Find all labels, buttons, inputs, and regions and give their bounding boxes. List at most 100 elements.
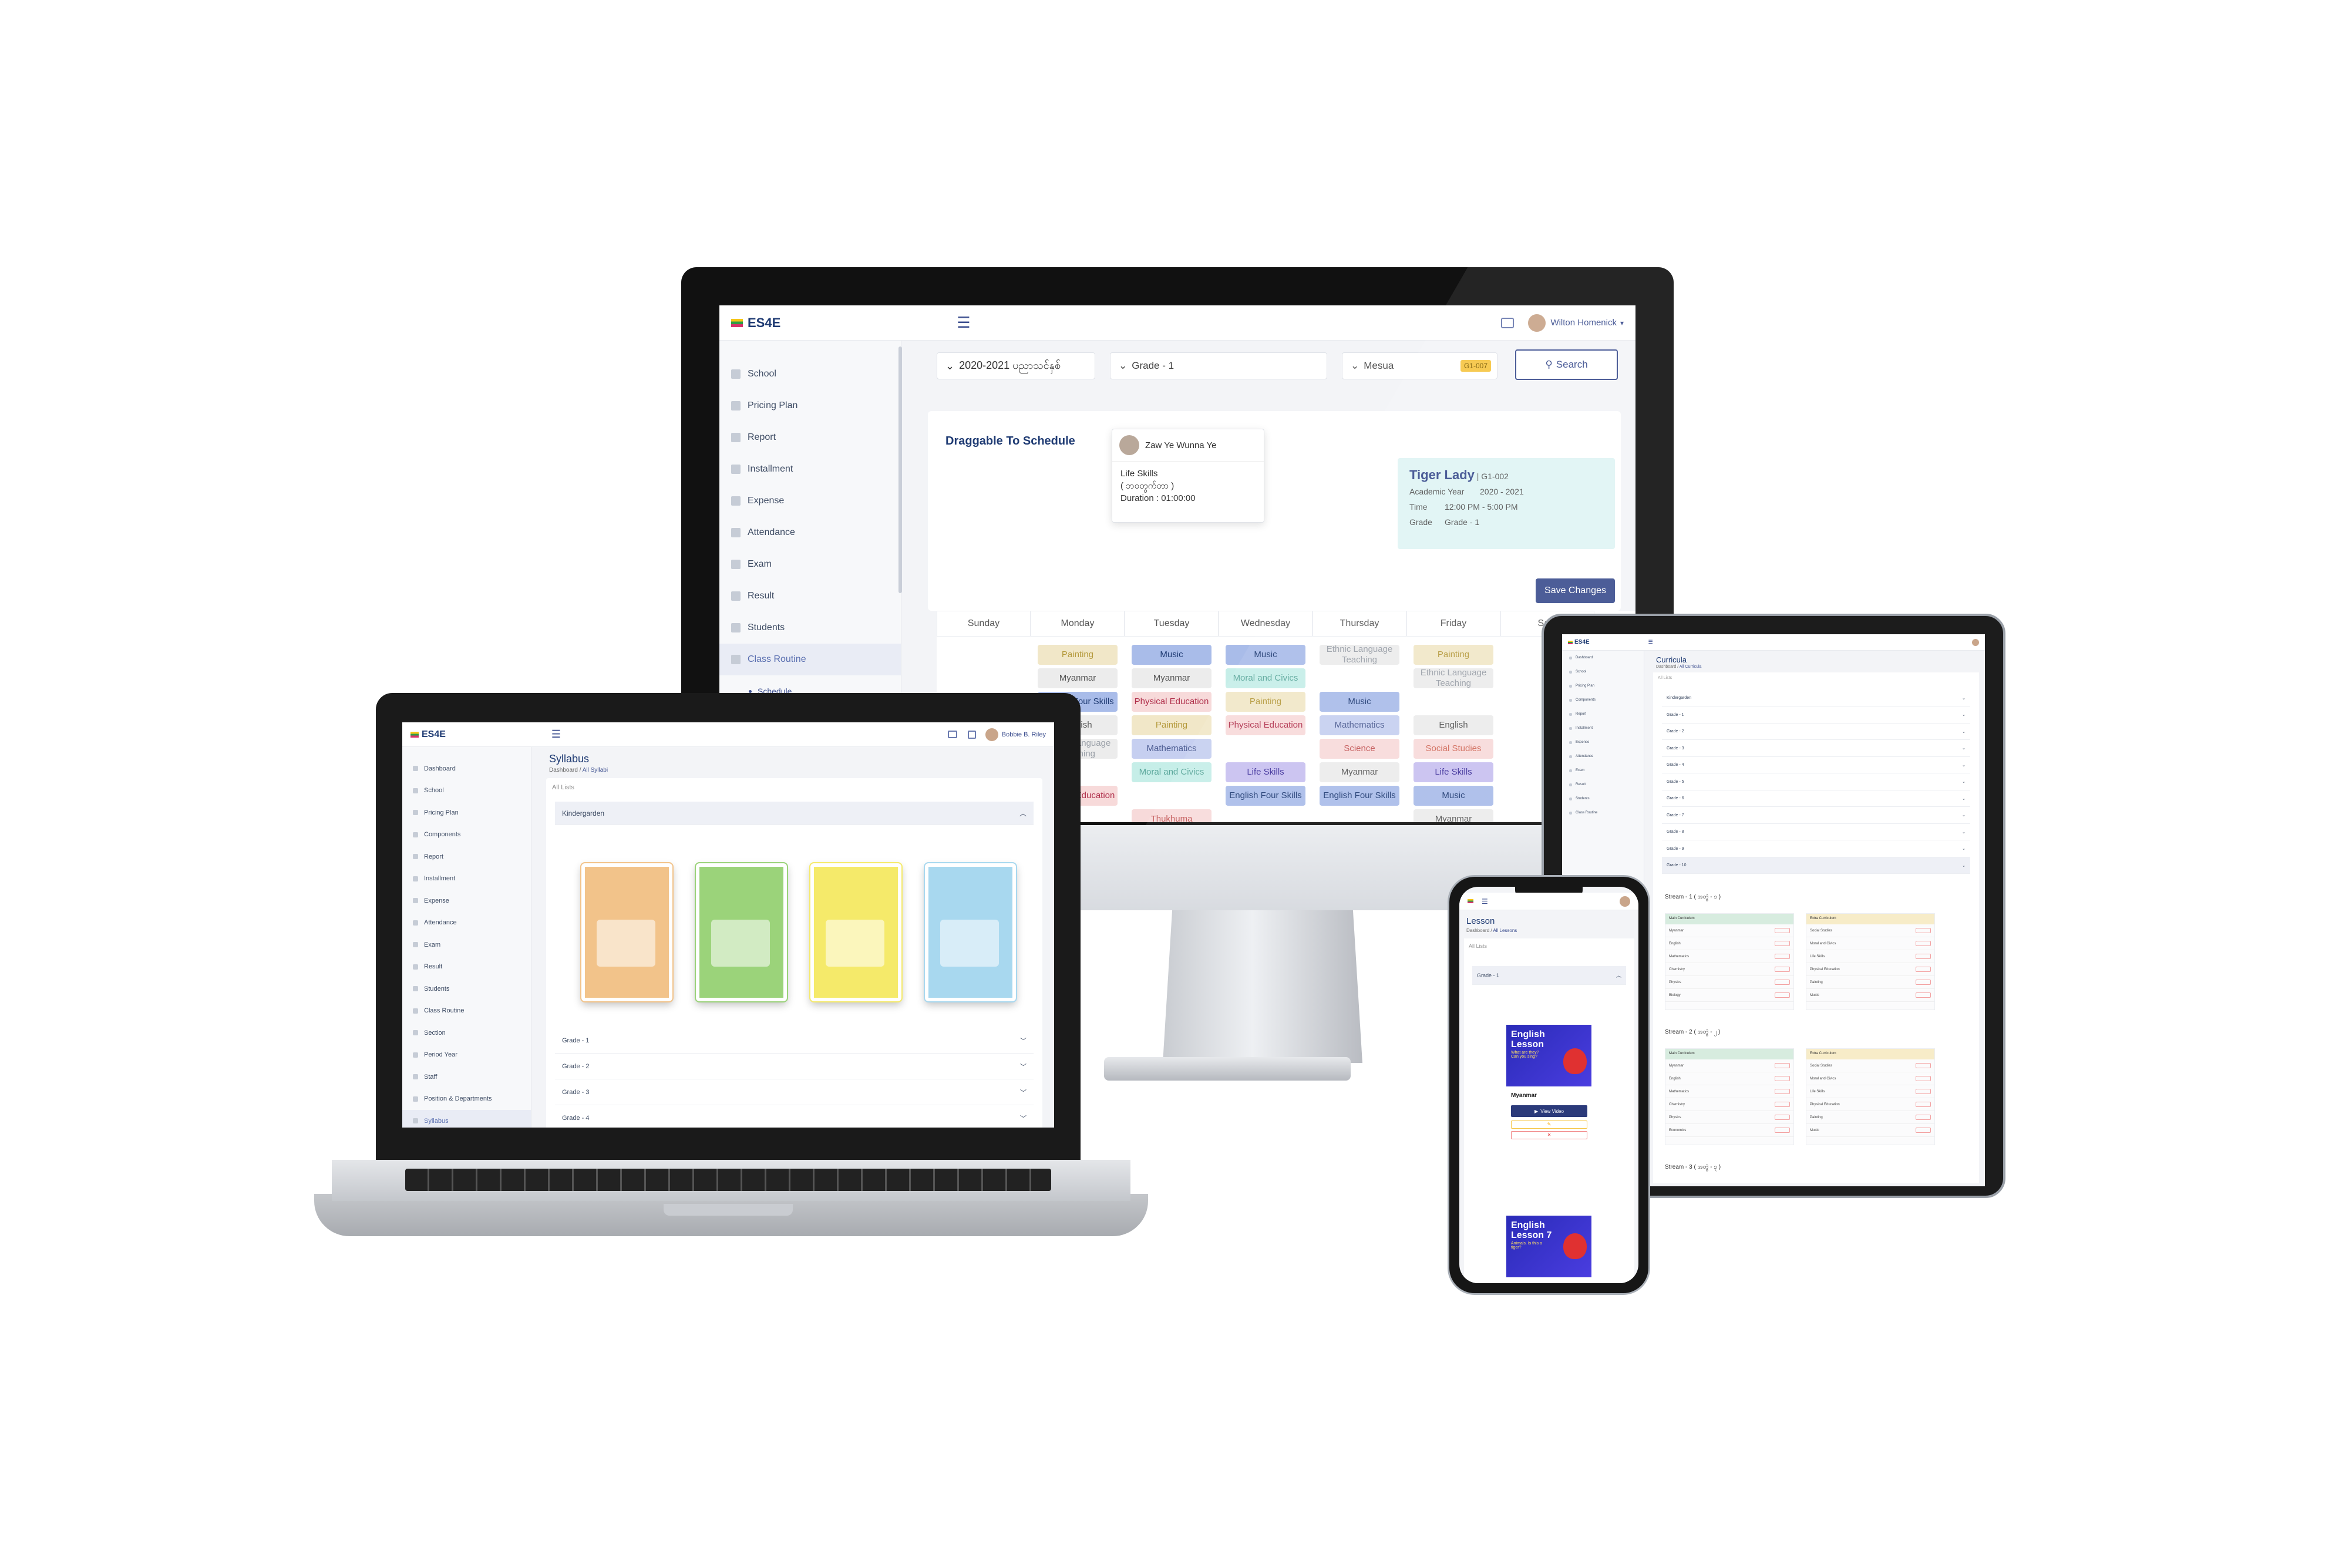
edit-button[interactable]: ✎ [1511,1121,1587,1129]
sidebar-item-dashboard[interactable]: Dashboard [1562,651,1644,665]
delete-button[interactable] [1916,1128,1931,1133]
sidebar-item-class-routine[interactable]: Class Routine [402,1000,531,1022]
sidebar-item-class-routine[interactable]: Class Routine [719,644,901,675]
year-select[interactable]: ⌄ 2020-2021 ပညာသင်နှစ် [937,352,1095,379]
delete-button[interactable] [1916,1076,1931,1081]
accordion-grade-7[interactable]: Grade - 7 ⌄ [1662,807,1970,824]
schedule-cell[interactable]: Music [1132,645,1211,665]
delete-button[interactable] [1775,1063,1790,1068]
sidebar-item-students[interactable]: Students [1562,792,1644,806]
translate-icon[interactable] [1501,317,1515,328]
schedule-cell[interactable]: Painting [1038,645,1118,665]
sidebar-item-attendance[interactable]: Attendance [719,517,901,549]
schedule-cell[interactable]: Thukhuma [1132,809,1211,822]
save-changes-button[interactable]: Save Changes [1536,578,1615,603]
sidebar-item-report[interactable]: Report [402,846,531,868]
schedule-cell[interactable]: Physical Education [1132,692,1211,712]
app-logo[interactable]: ES4E [731,315,780,331]
accordion-grade-2[interactable]: Grade - 2 ﹀ [555,1054,1034,1079]
breadcrumb-home[interactable]: Dashboard [1656,665,1676,669]
schedule-cell[interactable]: Social Studies [1414,739,1493,759]
delete-button[interactable] [1775,954,1790,959]
schedule-cell[interactable]: Painting [1226,692,1305,712]
delete-button[interactable] [1775,1102,1790,1107]
delete-button[interactable] [1916,967,1931,972]
menu-icon[interactable]: ☰ [1482,897,1488,906]
delete-button[interactable] [1775,992,1790,998]
accordion-grade-8[interactable]: Grade - 8 ⌄ [1662,824,1970,840]
sidebar-item-installment[interactable]: Installment [1562,721,1644,735]
schedule-cell[interactable]: English Four Skills [1226,786,1305,806]
sidebar-item-position-departments[interactable]: Position & Departments [402,1088,531,1111]
accordion-grade-6[interactable]: Grade - 6 ⌄ [1662,790,1970,807]
syllabus-book-cover[interactable] [924,862,1017,1002]
sidebar-item-staff[interactable]: Staff [402,1066,531,1088]
delete-button[interactable] [1775,1128,1790,1133]
sidebar-item-attendance[interactable]: Attendance [402,912,531,934]
accordion-kindergarden[interactable]: Kindergarden ⌄ [1662,690,1970,706]
delete-button[interactable] [1775,1115,1790,1120]
schedule-cell[interactable]: Painting [1132,715,1211,735]
schedule-cell[interactable]: Myanmar [1132,668,1211,688]
schedule-cell[interactable]: Moral and Civics [1132,762,1211,782]
sidebar-item-dashboard[interactable]: Dashboard [402,758,531,780]
app-logo[interactable]: ES4E [1568,639,1590,645]
avatar[interactable] [1972,638,1979,646]
schedule-cell[interactable]: English Four Skills [1320,786,1399,806]
breadcrumb-home[interactable]: Dashboard [549,767,578,773]
sidebar-item-class-routine[interactable]: Class Routine [1562,806,1644,820]
delete-button[interactable] [1775,980,1790,985]
schedule-cell[interactable]: Mathematics [1320,715,1399,735]
delete-button[interactable] [1775,967,1790,972]
sidebar-item-expense[interactable]: Expense [402,890,531,912]
accordion-grade-1[interactable]: Grade - 1 ⌄ [1662,707,1970,724]
accordion-kindergarden[interactable]: Kindergarden ︿ [555,802,1034,825]
sidebar-item-expense[interactable]: Expense [719,485,901,517]
delete-button[interactable] [1916,1063,1931,1068]
sidebar-item-installment[interactable]: Installment [402,868,531,890]
schedule-cell[interactable]: Moral and Civics [1226,668,1305,688]
schedule-cell[interactable]: Science [1320,739,1399,759]
schedule-cell[interactable]: Physical Education [1226,715,1305,735]
sidebar-item-school[interactable]: School [402,780,531,802]
sidebar-item-students[interactable]: Students [402,978,531,1000]
sidebar-item-pricing-plan[interactable]: Pricing Plan [1562,679,1644,693]
user-name[interactable]: Bobbie B. Riley [1002,731,1046,738]
app-logo[interactable]: ES4E [410,729,446,740]
accordion-grade-3[interactable]: Grade - 3 ﹀ [555,1079,1034,1105]
sidebar-item-report[interactable]: Report [719,422,901,453]
sidebar-item-result[interactable]: Result [402,956,531,978]
schedule-cell[interactable]: Myanmar [1038,668,1118,688]
delete-button[interactable] [1916,1089,1931,1094]
accordion-grade-5[interactable]: Grade - 5 ⌄ [1662,774,1970,790]
syllabus-book-cover[interactable] [695,862,788,1002]
accordion-grade-4[interactable]: Grade - 4 ﹀ [555,1105,1034,1128]
sidebar-item-result[interactable]: Result [719,580,901,612]
accordion-grade-4[interactable]: Grade - 4 ⌄ [1662,757,1970,773]
schedule-cell[interactable]: English [1414,715,1493,735]
delete-button[interactable]: ✕ [1511,1131,1587,1139]
sidebar-item-attendance[interactable]: Attendance [1562,749,1644,763]
chevron-down-icon[interactable]: ▾ [1620,319,1624,327]
delete-button[interactable] [1916,980,1931,985]
accordion-grade-9[interactable]: Grade - 9 ⌄ [1662,841,1970,857]
syllabus-book-cover[interactable] [809,862,903,1002]
sidebar-item-students[interactable]: Students [719,612,901,644]
accordion-grade-10[interactable]: Grade - 10 ⌄ [1662,857,1970,874]
accordion-grade-2[interactable]: Grade - 2 ⌄ [1662,724,1970,740]
grade-select[interactable]: ⌄ Grade - 1 [1110,352,1327,379]
delete-button[interactable] [1916,1115,1931,1120]
delete-button[interactable] [1916,954,1931,959]
schedule-cell[interactable]: Ethnic Language Teaching [1320,645,1399,665]
sidebar-item-exam[interactable]: Exam [1562,763,1644,778]
sidebar-item-period-year[interactable]: Period Year [402,1044,531,1066]
schedule-cell[interactable]: Myanmar [1320,762,1399,782]
accordion-grade-1[interactable]: Grade - 1 ︿ [1472,966,1626,985]
sidebar-item-school[interactable]: School [719,358,901,390]
sidebar-item-expense[interactable]: Expense [1562,735,1644,749]
search-button[interactable]: ⚲ Search [1515,349,1618,380]
avatar[interactable] [1528,314,1546,332]
sidebar-item-components[interactable]: Components [402,824,531,846]
delete-button[interactable] [1775,1089,1790,1094]
notification-icon[interactable] [967,730,976,739]
